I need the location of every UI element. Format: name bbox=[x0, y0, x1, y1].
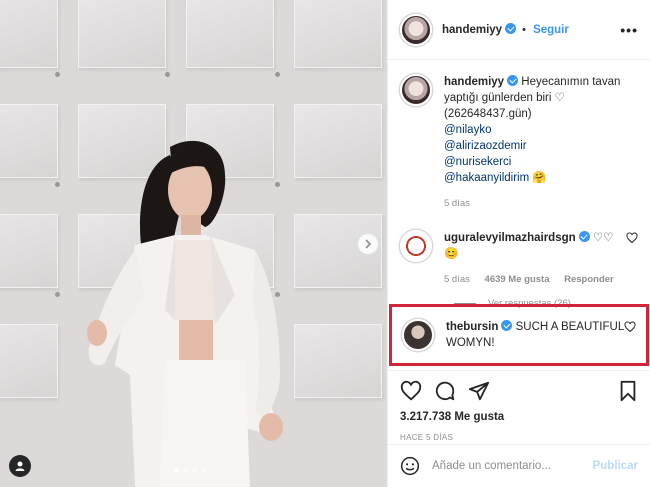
woman-figure bbox=[87, 140, 283, 487]
carousel-dot bbox=[174, 468, 179, 473]
header-user: handemiyy • Seguir bbox=[442, 23, 569, 36]
mention-link[interactable]: @alirizaozdemir bbox=[444, 138, 638, 154]
follow-button[interactable]: Seguir bbox=[533, 24, 569, 36]
add-comment-bar: Publicar bbox=[388, 444, 650, 487]
tagged-users-button[interactable] bbox=[9, 455, 31, 477]
username-link[interactable]: handemiyy bbox=[442, 24, 502, 36]
comment-item: thebursin SUCH A BEAUTIFUL WOMYN! bbox=[402, 319, 636, 351]
comment-emoji: 😊 bbox=[444, 248, 459, 260]
highlighted-comment: thebursin SUCH A BEAUTIFUL WOMYN! bbox=[389, 304, 649, 366]
verified-badge-icon bbox=[501, 320, 513, 331]
post-actions: 3.217.738 Me gusta HACE 5 DÍAS bbox=[388, 370, 650, 442]
mention-link[interactable]: @hakaanyildirim 🤗 bbox=[444, 170, 638, 186]
carousel-dot bbox=[183, 468, 188, 473]
user-icon bbox=[15, 461, 25, 471]
emoji-smiley-icon[interactable] bbox=[400, 456, 420, 476]
avatar[interactable] bbox=[400, 230, 432, 262]
comment-username[interactable]: uguralevyilmazhairdsgn bbox=[444, 232, 576, 244]
caption-meta: 5 días bbox=[444, 196, 638, 212]
heart-icon[interactable] bbox=[624, 321, 636, 333]
avatar[interactable] bbox=[400, 13, 432, 46]
carousel-dot bbox=[201, 468, 206, 473]
action-icons bbox=[400, 376, 638, 406]
comment-input[interactable] bbox=[432, 460, 593, 472]
caption-item: handemiyy Heyecanımın tavan yaptığı günl… bbox=[400, 74, 638, 212]
comment-username[interactable]: thebursin bbox=[446, 321, 498, 333]
chevron-right-icon bbox=[365, 239, 372, 249]
reply-button[interactable]: Responder bbox=[564, 274, 614, 285]
comment-meta: 5 días 4639 Me gusta Responder bbox=[444, 272, 614, 288]
mention-link[interactable]: @nilayko bbox=[444, 122, 638, 138]
avatar[interactable] bbox=[402, 319, 434, 351]
comment-likes[interactable]: 4639 Me gusta bbox=[485, 274, 550, 285]
comment-text: ♡♡ bbox=[592, 232, 614, 244]
verified-badge-icon bbox=[507, 75, 519, 86]
carousel-dot bbox=[192, 468, 197, 473]
share-paper-plane-icon[interactable] bbox=[468, 380, 490, 402]
verified-badge-icon bbox=[505, 23, 517, 34]
comment-item: uguralevyilmazhairdsgn ♡♡ 😊 5 días 4639 … bbox=[400, 230, 638, 288]
comment-body: uguralevyilmazhairdsgn ♡♡ 😊 5 días 4639 … bbox=[444, 230, 614, 288]
avatar[interactable] bbox=[400, 74, 432, 106]
caption-username[interactable]: handemiyy bbox=[444, 76, 504, 88]
post-photo[interactable] bbox=[0, 0, 387, 487]
separator: • bbox=[522, 24, 526, 36]
heart-icon[interactable] bbox=[626, 232, 638, 244]
more-options-icon[interactable]: ••• bbox=[620, 22, 638, 38]
post-timestamp[interactable]: HACE 5 DÍAS bbox=[400, 433, 638, 442]
verified-badge-icon bbox=[578, 231, 590, 242]
like-heart-icon[interactable] bbox=[400, 380, 422, 402]
mention-link[interactable]: @nurisekerci bbox=[444, 154, 638, 170]
post-sidebar: handemiyy • Seguir ••• handemiyy Heyecan… bbox=[387, 0, 650, 487]
carousel-next-button[interactable] bbox=[358, 234, 378, 254]
caption-body: handemiyy Heyecanımın tavan yaptığı günl… bbox=[444, 74, 638, 212]
comment-bubble-icon[interactable] bbox=[434, 380, 456, 402]
post-header: handemiyy • Seguir ••• bbox=[388, 0, 650, 60]
likes-count[interactable]: 3.217.738 Me gusta bbox=[400, 411, 638, 423]
carousel-indicator bbox=[174, 468, 206, 473]
publish-button[interactable]: Publicar bbox=[593, 460, 638, 472]
comment-time[interactable]: 5 días bbox=[444, 274, 470, 285]
bookmark-icon[interactable] bbox=[618, 380, 638, 402]
comment-body: thebursin SUCH A BEAUTIFUL WOMYN! bbox=[446, 319, 624, 351]
caption-time[interactable]: 5 días bbox=[444, 198, 470, 209]
